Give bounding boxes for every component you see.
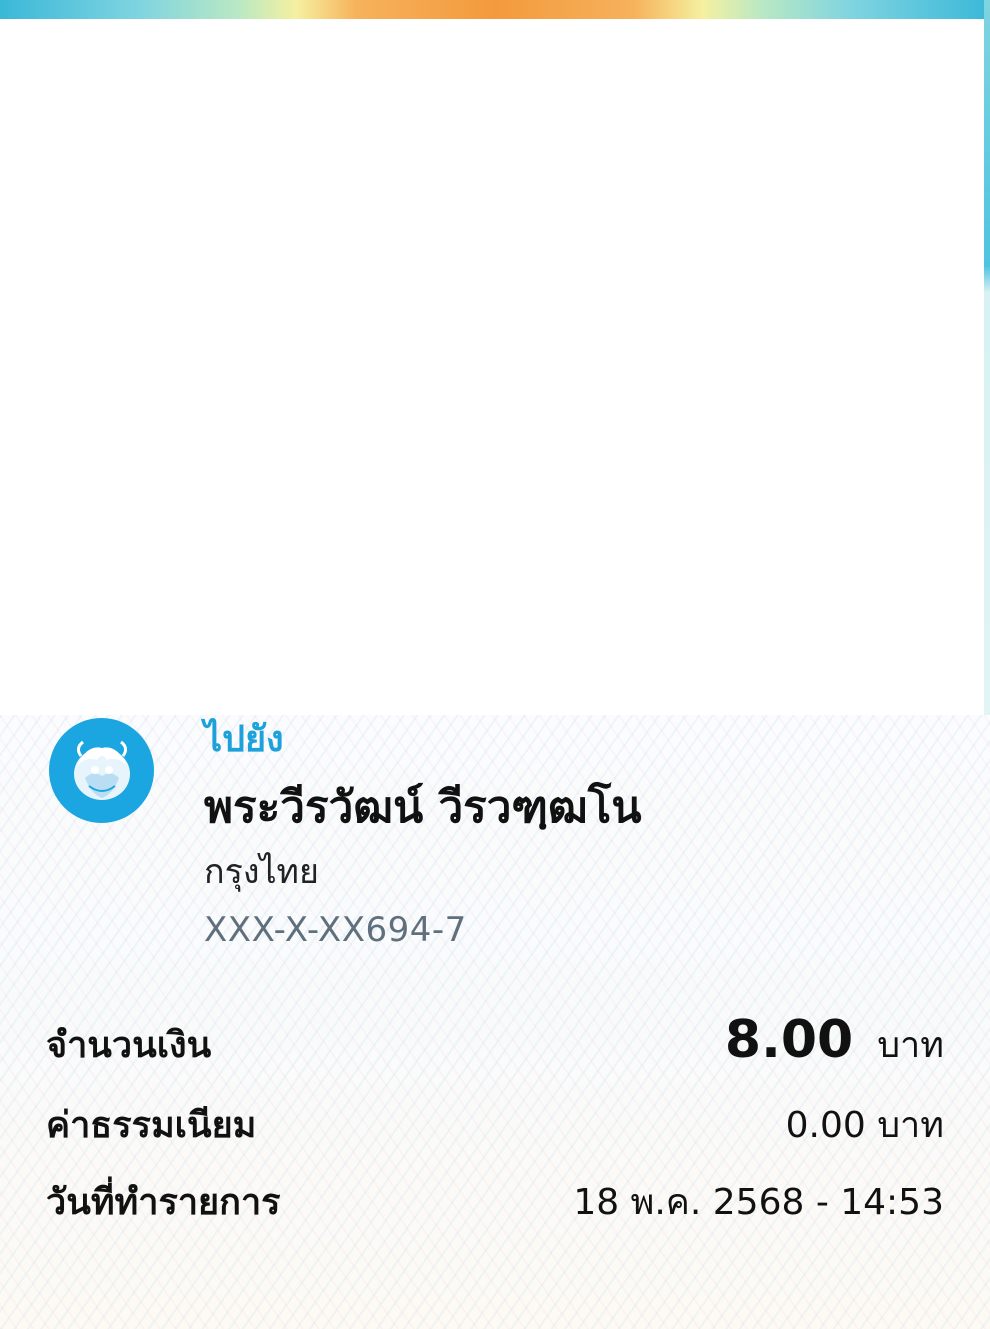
recipient-name: พระวีรวัฒน์ วีรวฑฺฒโน	[204, 782, 642, 833]
top-decorative-banner	[0, 0, 990, 19]
fee-row: ค่าธรรมเนียม 0.00 บาท	[46, 1098, 944, 1154]
fee-value: 0.00 บาท	[785, 1105, 944, 1146]
amount-label: จำนวนเงิน	[46, 1025, 212, 1066]
blank-content-area	[0, 19, 984, 715]
amount-row: จำนวนเงิน 8.00 บาท	[46, 1012, 944, 1074]
amount-value: 8.00	[724, 1010, 854, 1070]
bird-emblem-icon	[73, 740, 130, 800]
date-row: วันที่ทำรายการ 18 พ.ค. 2568 - 14:53	[46, 1175, 944, 1231]
recipient-account-number: XXX-X-XX694-7	[204, 910, 467, 950]
recipient-bank-name: กรุงไทย	[204, 852, 319, 892]
transaction-date-label: วันที่ทำรายการ	[46, 1182, 281, 1223]
transaction-date-value: 18 พ.ค. 2568 - 14:53	[573, 1182, 944, 1223]
amount-value-group: 8.00 บาท	[725, 1012, 944, 1074]
amount-currency: บาท	[877, 1025, 944, 1066]
krungthai-bank-logo-icon	[49, 718, 154, 823]
fee-label: ค่าธรรมเนียม	[46, 1105, 257, 1146]
to-label: ไปยัง	[204, 719, 284, 760]
